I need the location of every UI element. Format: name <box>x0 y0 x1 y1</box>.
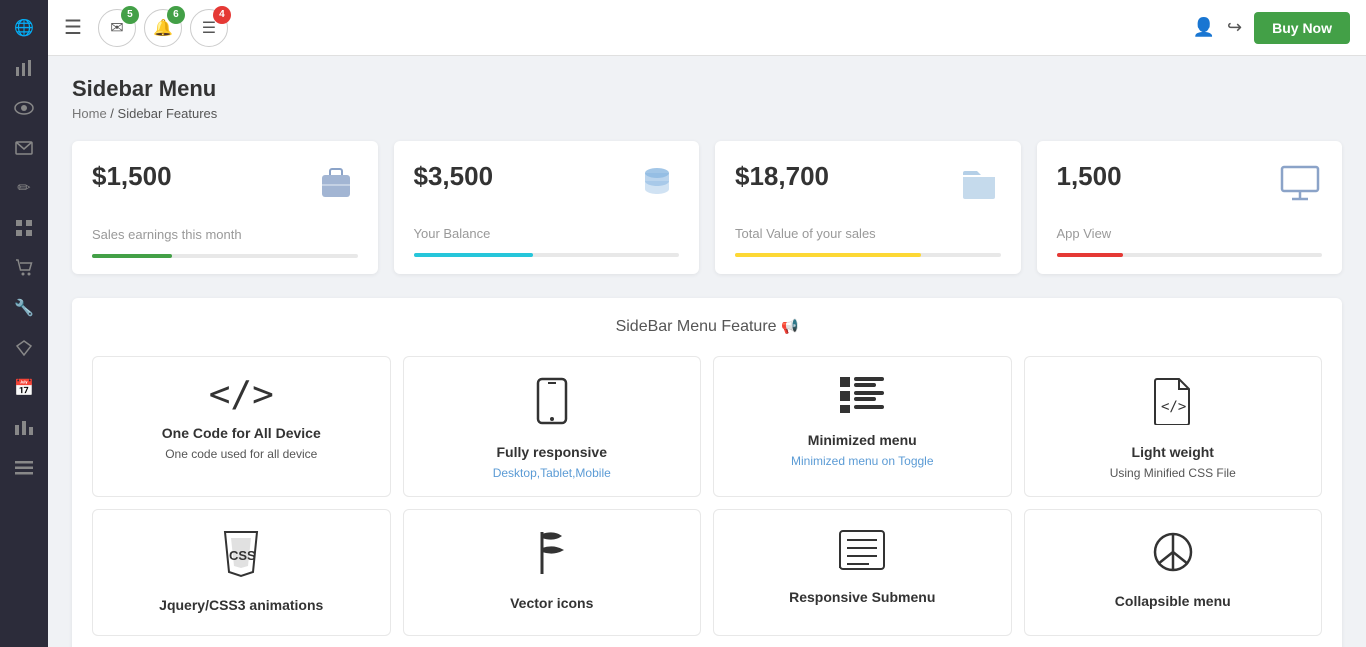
stat-card-sales: $1,500 Sales earnings this month <box>72 141 378 274</box>
buy-now-button[interactable]: Buy Now <box>1254 12 1350 44</box>
stat-bar-1 <box>92 254 172 258</box>
bell-badge: 6 <box>167 6 185 24</box>
feature-card-lightweight: </> Light weight Using Minified CSS File <box>1024 356 1323 497</box>
content-area: Sidebar Menu Home / Sidebar Features $1,… <box>48 56 1366 647</box>
main-area: ☰ ✉ 5 🔔 6 ☰ 4 👤 ↪ Buy Now <box>48 0 1366 647</box>
monitor-icon <box>1278 161 1322 214</box>
folder-icon <box>957 161 1001 214</box>
feature-desc-minimized: Minimized menu on Toggle <box>791 454 934 468</box>
feature-card-vector: Vector icons <box>403 509 702 636</box>
feature-name-onecode: One Code for All Device <box>162 425 321 441</box>
stat-card-appview: 1,500 App View <box>1037 141 1343 274</box>
stat-top-2: $3,500 <box>414 161 680 214</box>
sidebar-icon-calendar[interactable]: 📅 <box>6 370 42 406</box>
megaphone-icon: 📢 <box>781 318 798 334</box>
feature-name-collapsible: Collapsible menu <box>1115 593 1231 609</box>
sidebar-icon-eye[interactable] <box>6 90 42 126</box>
list-grid-icon <box>840 377 884 420</box>
feature-card-submenu: Responsive Submenu <box>713 509 1012 636</box>
feature-name-minimized: Minimized menu <box>808 432 917 448</box>
database-icon <box>635 161 679 214</box>
stat-bar-4 <box>1057 253 1123 257</box>
mail-badge: 5 <box>121 6 139 24</box>
sidebar-icon-wrench[interactable]: 🔧 <box>6 290 42 326</box>
flag-icon <box>534 530 570 583</box>
feature-card-collapsible: Collapsible menu <box>1024 509 1323 636</box>
feature-name-responsive: Fully responsive <box>497 444 607 460</box>
stat-bar-3 <box>735 253 921 257</box>
stat-top-4: 1,500 <box>1057 161 1323 214</box>
page-title: Sidebar Menu <box>72 76 1342 102</box>
breadcrumb: Home / Sidebar Features <box>72 106 1342 121</box>
sidebar-icon-chart[interactable] <box>6 50 42 86</box>
stat-bar-2 <box>414 253 533 257</box>
stat-card-balance: $3,500 Your Balance <box>394 141 700 274</box>
bell-button[interactable]: 🔔 6 <box>144 9 182 47</box>
stat-bar-bg-2 <box>414 253 680 257</box>
stat-bar-bg-1 <box>92 254 358 258</box>
sidebar-icon-menu[interactable] <box>6 450 42 486</box>
feature-desc-lightweight: Using Minified CSS File <box>1110 466 1236 480</box>
sidebar-icon-edit[interactable]: ✏ <box>6 170 42 206</box>
breadcrumb-current: Sidebar Features <box>118 106 218 121</box>
stat-label-4: App View <box>1057 226 1323 241</box>
list-badge: 4 <box>213 6 231 24</box>
mail-button[interactable]: ✉ 5 <box>98 9 136 47</box>
svg-text:CSS: CSS <box>229 548 256 563</box>
stats-row: $1,500 Sales earnings this month $3,500 <box>72 141 1342 274</box>
codefile-icon: </> <box>1153 377 1193 432</box>
css3-icon: CSS <box>221 530 261 585</box>
feature-card-responsive: Fully responsive Desktop,Tablet,Mobile <box>403 356 702 497</box>
stat-card-total: $18,700 Total Value of your sales <box>715 141 1021 274</box>
code-icon: </> <box>209 377 274 413</box>
stat-label-2: Your Balance <box>414 226 680 241</box>
feature-section-title: SideBar Menu Feature 📢 <box>92 318 1322 336</box>
stat-label-1: Sales earnings this month <box>92 227 358 242</box>
feature-name-lightweight: Light weight <box>1132 444 1214 460</box>
stat-value-3: $18,700 <box>735 161 829 192</box>
submenu-icon <box>839 530 885 577</box>
sidebar-icon-cart[interactable] <box>6 250 42 286</box>
logout-icon[interactable]: ↪ <box>1227 17 1242 38</box>
breadcrumb-sep: / <box>107 106 118 121</box>
stat-value-4: 1,500 <box>1057 161 1122 192</box>
nav-icons: ✉ 5 🔔 6 ☰ 4 <box>98 9 228 47</box>
sidebar-icon-barchart[interactable] <box>6 410 42 446</box>
hamburger-button[interactable]: ☰ <box>64 15 82 40</box>
navbar: ☰ ✉ 5 🔔 6 ☰ 4 👤 ↪ Buy Now <box>48 0 1366 56</box>
user-icon[interactable]: 👤 <box>1193 17 1215 38</box>
list-button[interactable]: ☰ 4 <box>190 9 228 47</box>
stat-value-2: $3,500 <box>414 161 494 192</box>
feature-name-submenu: Responsive Submenu <box>789 589 935 605</box>
navbar-left: ☰ ✉ 5 🔔 6 ☰ 4 <box>64 9 228 47</box>
feature-desc-responsive: Desktop,Tablet,Mobile <box>493 466 611 480</box>
peace-icon <box>1151 530 1195 581</box>
stat-top-3: $18,700 <box>735 161 1001 214</box>
sidebar-icon-globe[interactable]: 🌐 <box>6 10 42 46</box>
feature-grid: </> One Code for All Device One code use… <box>92 356 1322 636</box>
stat-bar-bg-3 <box>735 253 1001 257</box>
briefcase-icon <box>314 161 358 215</box>
feature-name-css3: Jquery/CSS3 animations <box>159 597 323 613</box>
breadcrumb-home[interactable]: Home <box>72 106 107 121</box>
stat-label-3: Total Value of your sales <box>735 226 1001 241</box>
feature-card-css3: CSS Jquery/CSS3 animations <box>92 509 391 636</box>
sidebar-icon-diamond[interactable] <box>6 330 42 366</box>
sidebar-icon-mail[interactable] <box>6 130 42 166</box>
sidebar: 🌐 ✏ 🔧 📅 <box>0 0 48 647</box>
feature-section: SideBar Menu Feature 📢 </> One Code for … <box>72 298 1342 647</box>
stat-top-1: $1,500 <box>92 161 358 215</box>
feature-card-minimized: Minimized menu Minimized menu on Toggle <box>713 356 1012 497</box>
feature-desc-onecode: One code used for all device <box>165 447 317 461</box>
mobile-icon <box>536 377 568 432</box>
feature-card-onecode: </> One Code for All Device One code use… <box>92 356 391 497</box>
navbar-right: 👤 ↪ Buy Now <box>1193 12 1350 44</box>
stat-bar-bg-4 <box>1057 253 1323 257</box>
sidebar-icon-grid[interactable] <box>6 210 42 246</box>
stat-value-1: $1,500 <box>92 161 172 192</box>
svg-text:</>: </> <box>1161 399 1186 415</box>
feature-name-vector: Vector icons <box>510 595 593 611</box>
